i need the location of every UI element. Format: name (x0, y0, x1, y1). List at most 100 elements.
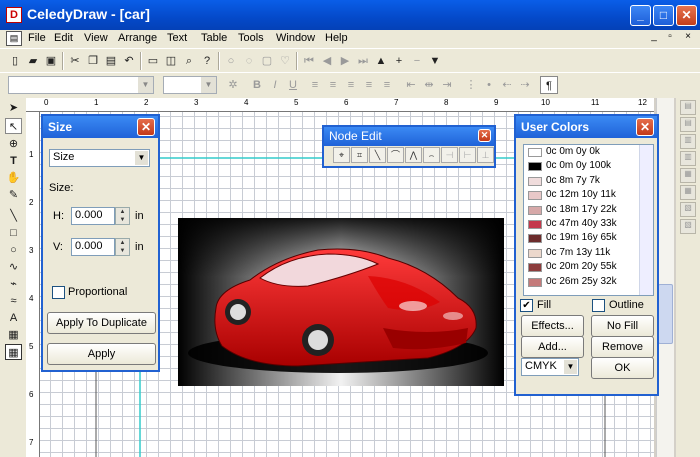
print-preview-icon[interactable]: ◫ (162, 52, 180, 70)
horizontal-ruler[interactable]: 0 1 2 3 4 5 6 7 8 9 10 11 12 (26, 98, 654, 112)
menu-file[interactable]: File (28, 32, 46, 44)
align-icon[interactable]: ▧ (680, 219, 696, 234)
node-edit-close-button[interactable]: ✕ (478, 129, 491, 142)
undo-icon[interactable]: ↶ (120, 52, 138, 70)
color-list-item[interactable]: 0c 12m 10y 11k (524, 188, 653, 202)
open-icon[interactable]: ▰ (24, 52, 42, 70)
mdi-restore-button[interactable]: ▫ (663, 31, 677, 42)
size-palette-close-button[interactable]: ✕ (137, 118, 155, 136)
color-list-item[interactable]: 0c 18m 17y 22k (524, 203, 653, 217)
menu-text[interactable]: Text (167, 32, 187, 44)
align-center-icon[interactable]: ≡ (324, 76, 342, 94)
color-list-scrollbar[interactable] (639, 145, 653, 295)
numbered-list-icon[interactable]: ⋮ (462, 76, 480, 94)
cusp-node-icon[interactable]: ⋀ (405, 147, 422, 163)
no-fill-button[interactable]: No Fill (591, 315, 654, 337)
scrollbar-thumb[interactable] (658, 284, 673, 344)
align-icon[interactable]: ▤ (680, 100, 696, 115)
menu-edit[interactable]: Edit (54, 32, 73, 44)
color-list-item[interactable]: 0c 20m 20y 55k (524, 260, 653, 274)
h-spinner[interactable]: ▲ ▼ (115, 207, 130, 225)
color-list-item[interactable]: 0c 0m 0y 0k (524, 145, 653, 159)
v-spinner[interactable]: ▲ ▼ (115, 238, 130, 256)
color-list[interactable]: 0c 0m 0y 0k 0c 0m 0y 100k 0c 8m 7y 7k 0c 12… (523, 144, 654, 296)
print-icon[interactable]: ▭ (144, 52, 162, 70)
underline-icon[interactable]: U (284, 76, 302, 94)
align-node-icon[interactable]: ⊥ (477, 147, 494, 163)
align-right-icon[interactable]: ≡ (342, 76, 360, 94)
justify-icon[interactable]: ≡ (360, 76, 378, 94)
circle-tool-icon[interactable]: ○ (222, 52, 240, 70)
hand-tool-icon[interactable]: ✋ (5, 170, 22, 186)
send-back-icon[interactable]: ▼ (426, 52, 444, 70)
cut-icon[interactable]: ✂ (66, 52, 84, 70)
proportional-checkbox[interactable] (52, 286, 65, 299)
find-icon[interactable]: ⌕ (180, 52, 198, 70)
align-left-icon[interactable]: ≡ (306, 76, 324, 94)
apply-to-duplicate-button[interactable]: Apply To Duplicate (47, 312, 156, 334)
prev-page-icon[interactable]: ◀ (318, 52, 336, 70)
text-tool-icon[interactable]: T (5, 153, 22, 169)
bullet-list-icon[interactable]: • (480, 76, 498, 94)
color-list-item[interactable]: 0c 19m 16y 65k (524, 231, 653, 245)
car-image[interactable] (178, 218, 504, 386)
close-button[interactable]: ✕ (676, 5, 697, 26)
smooth-node-icon[interactable]: ⌢ (423, 147, 440, 163)
last-page-icon[interactable]: ⏭ (354, 52, 372, 70)
ellipse-tool-icon[interactable]: ○ (5, 242, 22, 258)
bezier-tool-icon[interactable]: ⌁ (5, 276, 22, 292)
image-tool-icon[interactable]: ▦ (5, 327, 22, 343)
apply-button[interactable]: Apply (47, 343, 156, 365)
menu-window[interactable]: Window (276, 32, 315, 44)
align-icon[interactable]: ▦ (680, 185, 696, 200)
pointer-tool-icon[interactable]: ➤ (5, 100, 22, 116)
minimize-button[interactable]: _ (630, 5, 651, 26)
color-list-item[interactable]: 0c 26m 25y 32k (524, 275, 653, 289)
node-edit-titlebar[interactable]: Node Edit ✕ (324, 127, 494, 146)
paste-icon[interactable]: ▤ (102, 52, 120, 70)
align-icon[interactable]: ▥ (680, 151, 696, 166)
color-list-item[interactable]: 0c 7m 13y 11k (524, 246, 653, 260)
remove-color-button[interactable]: Remove (591, 336, 654, 358)
next-page-icon[interactable]: ▶ (336, 52, 354, 70)
rectangle-tool-icon[interactable]: □ (5, 225, 22, 241)
size-palette-titlebar[interactable]: Size ✕ (43, 116, 158, 138)
align-icon[interactable]: ▦ (680, 168, 696, 183)
menu-arrange[interactable]: Arrange (118, 32, 157, 44)
h-input[interactable]: 0.000 (71, 207, 115, 225)
increase-indent-icon[interactable]: ⇢ (516, 76, 534, 94)
join-node-icon[interactable]: ⊢ (459, 147, 476, 163)
first-page-icon[interactable]: ⏮ (300, 52, 318, 70)
add-node-icon[interactable]: ⌖ (333, 147, 350, 163)
curve-tool-icon[interactable]: ∿ (5, 259, 22, 275)
app-icon[interactable]: D (6, 7, 22, 23)
outline-checkbox[interactable] (592, 299, 605, 312)
align-icon[interactable]: ▥ (680, 134, 696, 149)
bold-icon[interactable]: B (248, 76, 266, 94)
document-icon[interactable]: ▤ (6, 31, 22, 46)
menu-tools[interactable]: Tools (238, 32, 264, 44)
v-input[interactable]: 0.000 (71, 238, 115, 256)
break-node-icon[interactable]: ⊣ (441, 147, 458, 163)
ok-button[interactable]: OK (591, 357, 654, 379)
vertical-ruler[interactable]: 1 2 3 4 5 6 7 (26, 112, 40, 457)
user-colors-titlebar[interactable]: User Colors ✕ (516, 116, 657, 138)
table-tool-icon[interactable]: ▦ (5, 344, 22, 360)
to-line-icon[interactable]: ╲ (369, 147, 386, 163)
effects-button[interactable]: Effects... (521, 315, 584, 337)
color-model-select[interactable]: CMYK ▼ (521, 358, 579, 376)
italic-icon[interactable]: I (266, 76, 284, 94)
menu-help[interactable]: Help (325, 32, 348, 44)
help-icon[interactable]: ? (198, 52, 216, 70)
bring-forward-icon[interactable]: ▲ (372, 52, 390, 70)
freehand-tool-icon[interactable]: ≈ (5, 293, 22, 309)
to-curve-icon[interactable]: ⌒ (387, 147, 404, 163)
mdi-minimize-button[interactable]: _ (647, 31, 661, 42)
eyedropper-tool-icon[interactable]: ✎ (5, 187, 22, 203)
color-list-item[interactable]: 0c 8m 7y 7k (524, 174, 653, 188)
art-text-tool-icon[interactable]: A (5, 310, 22, 326)
align-icon[interactable]: ▧ (680, 202, 696, 217)
user-colors-close-button[interactable]: ✕ (636, 118, 654, 136)
delete-node-icon[interactable]: ⌗ (351, 147, 368, 163)
font-options-icon[interactable]: ✲ (224, 76, 242, 94)
